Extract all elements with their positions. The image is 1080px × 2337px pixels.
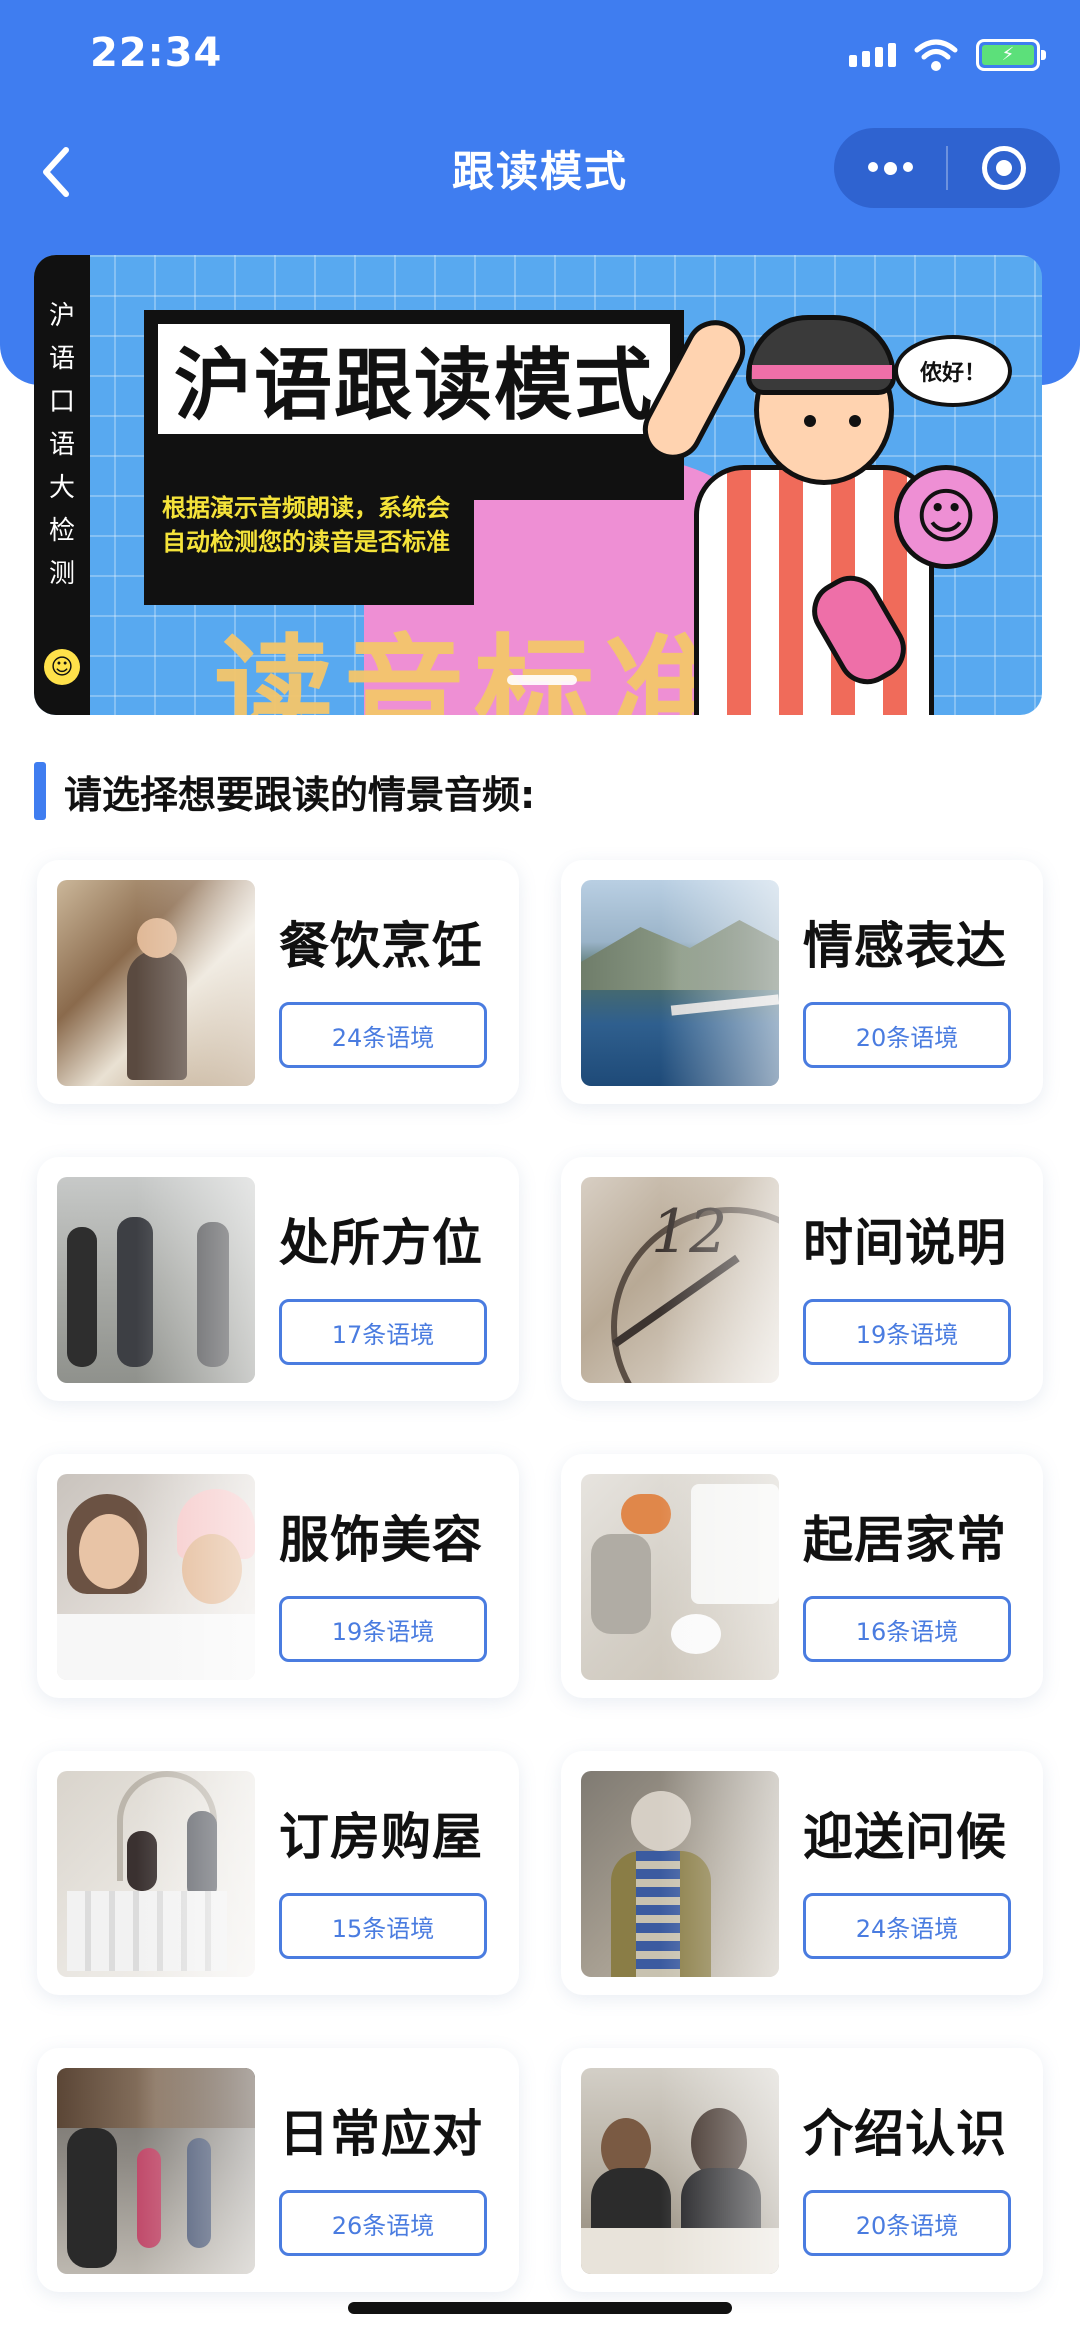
category-count-button[interactable]: 26条语境	[279, 2190, 487, 2256]
category-card[interactable]: 情感表达 20条语境	[561, 860, 1043, 1104]
lake-photo	[581, 880, 779, 1086]
category-count-button[interactable]: 19条语境	[803, 1299, 1011, 1365]
category-name: 服饰美容	[279, 1511, 483, 1569]
category-name: 订房购屋	[279, 1808, 483, 1866]
walking-people-photo	[57, 1177, 255, 1383]
category-name: 餐饮烹饪	[279, 917, 483, 975]
category-card[interactable]: 处所方位 17条语境	[37, 1157, 519, 1401]
category-card[interactable]: 介绍认识 20条语境	[561, 2048, 1043, 2292]
category-card[interactable]: 餐饮烹饪 24条语境	[37, 860, 519, 1104]
category-count-button[interactable]: 24条语境	[279, 1002, 487, 1068]
street-photo	[57, 2068, 255, 2274]
clock-photo: 12	[581, 1177, 779, 1383]
category-count-button[interactable]: 17条语境	[279, 1299, 487, 1365]
bedroom-photo	[581, 1474, 779, 1680]
category-name: 起居家常	[803, 1511, 1007, 1569]
category-name: 迎送问候	[803, 1808, 1007, 1866]
category-name: 日常应对	[279, 2105, 483, 2163]
category-name: 处所方位	[279, 1214, 483, 1272]
category-count-button[interactable]: 19条语境	[279, 1596, 487, 1662]
category-count-button[interactable]: 24条语境	[803, 1893, 1011, 1959]
category-card[interactable]: 日常应对 26条语境	[37, 2048, 519, 2292]
restaurant-photo	[57, 880, 255, 1086]
category-name: 时间说明	[803, 1214, 1007, 1272]
meeting-photo	[581, 2068, 779, 2274]
home-indicator[interactable]	[348, 2302, 732, 2314]
category-card[interactable]: 起居家常 16条语境	[561, 1454, 1043, 1698]
category-name: 情感表达	[803, 917, 1007, 975]
category-card[interactable]: 12 时间说明 19条语境	[561, 1157, 1043, 1401]
category-count-button[interactable]: 20条语境	[803, 2190, 1011, 2256]
category-count-button[interactable]: 20条语境	[803, 1002, 1011, 1068]
category-count-button[interactable]: 15条语境	[279, 1893, 487, 1959]
real-estate-photo	[57, 1771, 255, 1977]
beauty-photo	[57, 1474, 255, 1680]
greeting-photo	[581, 1771, 779, 1977]
page: 22:34 ⚡ 跟读模式 读音标准 沪语口语大检测 ☺ 沪语跟读模式 根据演示音…	[0, 0, 1080, 2337]
category-name: 介绍认识	[803, 2105, 1007, 2163]
category-card[interactable]: 服饰美容 19条语境	[37, 1454, 519, 1698]
category-card[interactable]: 迎送问候 24条语境	[561, 1751, 1043, 1995]
category-grid: 餐饮烹饪 24条语境 情感表达 20条语境 处所方位 17条语境 时间说明 19…	[0, 0, 1080, 2337]
category-card[interactable]: 订房购屋 15条语境	[37, 1751, 519, 1995]
category-count-button[interactable]: 16条语境	[803, 1596, 1011, 1662]
